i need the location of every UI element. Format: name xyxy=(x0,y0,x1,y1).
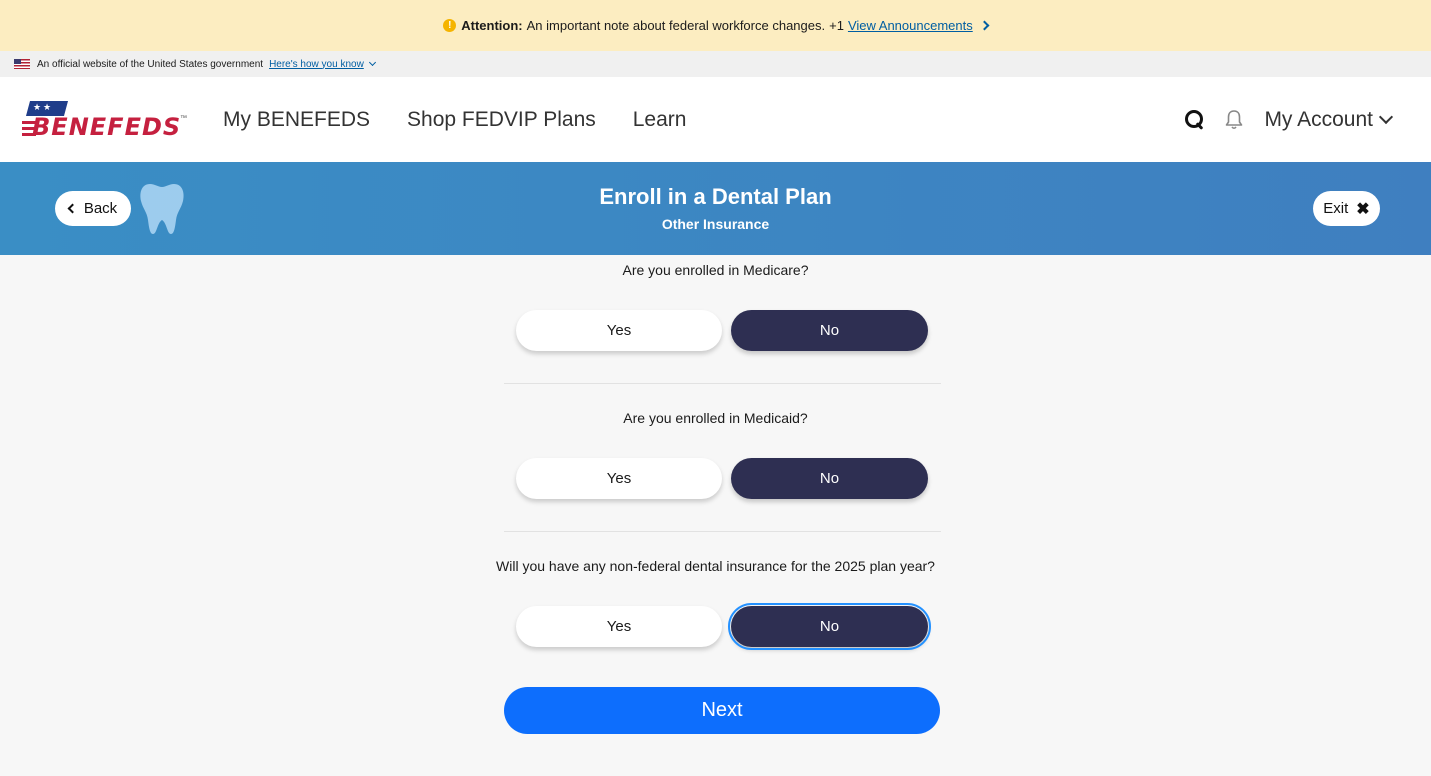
attention-label: Attention: xyxy=(461,18,523,33)
chevron-down-icon[interactable] xyxy=(1378,109,1394,124)
divider xyxy=(504,531,941,532)
bell-icon[interactable] xyxy=(1224,109,1244,131)
header-actions: My Account xyxy=(1184,77,1394,162)
site-header: ★ ★ BENEFEDS ™ My BENEFEDS Shop FEDVIP P… xyxy=(0,77,1431,162)
medicare-yes-button[interactable]: Yes xyxy=(516,310,722,351)
benefeds-logo[interactable]: ★ ★ BENEFEDS ™ xyxy=(22,99,187,141)
view-announcements-link[interactable]: View Announcements xyxy=(848,18,973,33)
page-subtitle: Other Insurance xyxy=(661,216,770,232)
logo-text: BENEFEDS xyxy=(32,113,182,141)
my-account-menu[interactable]: My Account xyxy=(1264,108,1373,132)
non-federal-dental-no-button[interactable]: No xyxy=(728,603,931,650)
non-federal-dental-yes-button[interactable]: Yes xyxy=(516,606,722,647)
chevron-right-icon[interactable] xyxy=(979,20,990,31)
search-icon[interactable] xyxy=(1184,109,1206,131)
attention-message: An important note about federal workforc… xyxy=(526,18,826,33)
main-nav: My BENEFEDS Shop FEDVIP Plans Learn xyxy=(223,77,723,162)
nav-my-benefeds[interactable]: My BENEFEDS xyxy=(223,108,370,132)
question-medicare: Are you enrolled in Medicare? xyxy=(622,262,809,278)
divider xyxy=(504,383,941,384)
question-medicaid: Are you enrolled in Medicaid? xyxy=(623,410,808,426)
nav-shop-fedvip-plans[interactable]: Shop FEDVIP Plans xyxy=(407,108,596,132)
warning-icon: ! xyxy=(443,19,457,32)
gov-banner: An official website of the United States… xyxy=(0,51,1431,77)
attention-banner: ! Attention: An important note about fed… xyxy=(0,0,1431,51)
exit-label: Exit xyxy=(1323,200,1349,217)
enrollment-titlebar: Back Enroll in a Dental Plan Other Insur… xyxy=(0,162,1431,255)
medicare-no-button[interactable]: No xyxy=(731,310,928,351)
page-title: Enroll in a Dental Plan xyxy=(599,184,832,209)
medicaid-no-button[interactable]: No xyxy=(731,458,928,499)
title-wrap: Enroll in a Dental Plan Other Insurance xyxy=(0,184,1431,232)
heres-how-you-know-link[interactable]: Here's how you know xyxy=(269,59,364,70)
nav-learn[interactable]: Learn xyxy=(633,108,687,132)
question-non-federal-dental: Will you have any non-federal dental ins… xyxy=(496,558,935,574)
medicaid-yes-button[interactable]: Yes xyxy=(516,458,722,499)
chevron-down-icon[interactable] xyxy=(368,58,376,67)
attention-count: +1 xyxy=(829,18,844,33)
exit-button[interactable]: Exit ✖ xyxy=(1313,191,1380,226)
us-flag-icon xyxy=(14,59,30,69)
close-icon: ✖ xyxy=(1356,200,1370,218)
next-button[interactable]: Next xyxy=(504,687,940,734)
gov-banner-text: An official website of the United States… xyxy=(37,58,264,70)
